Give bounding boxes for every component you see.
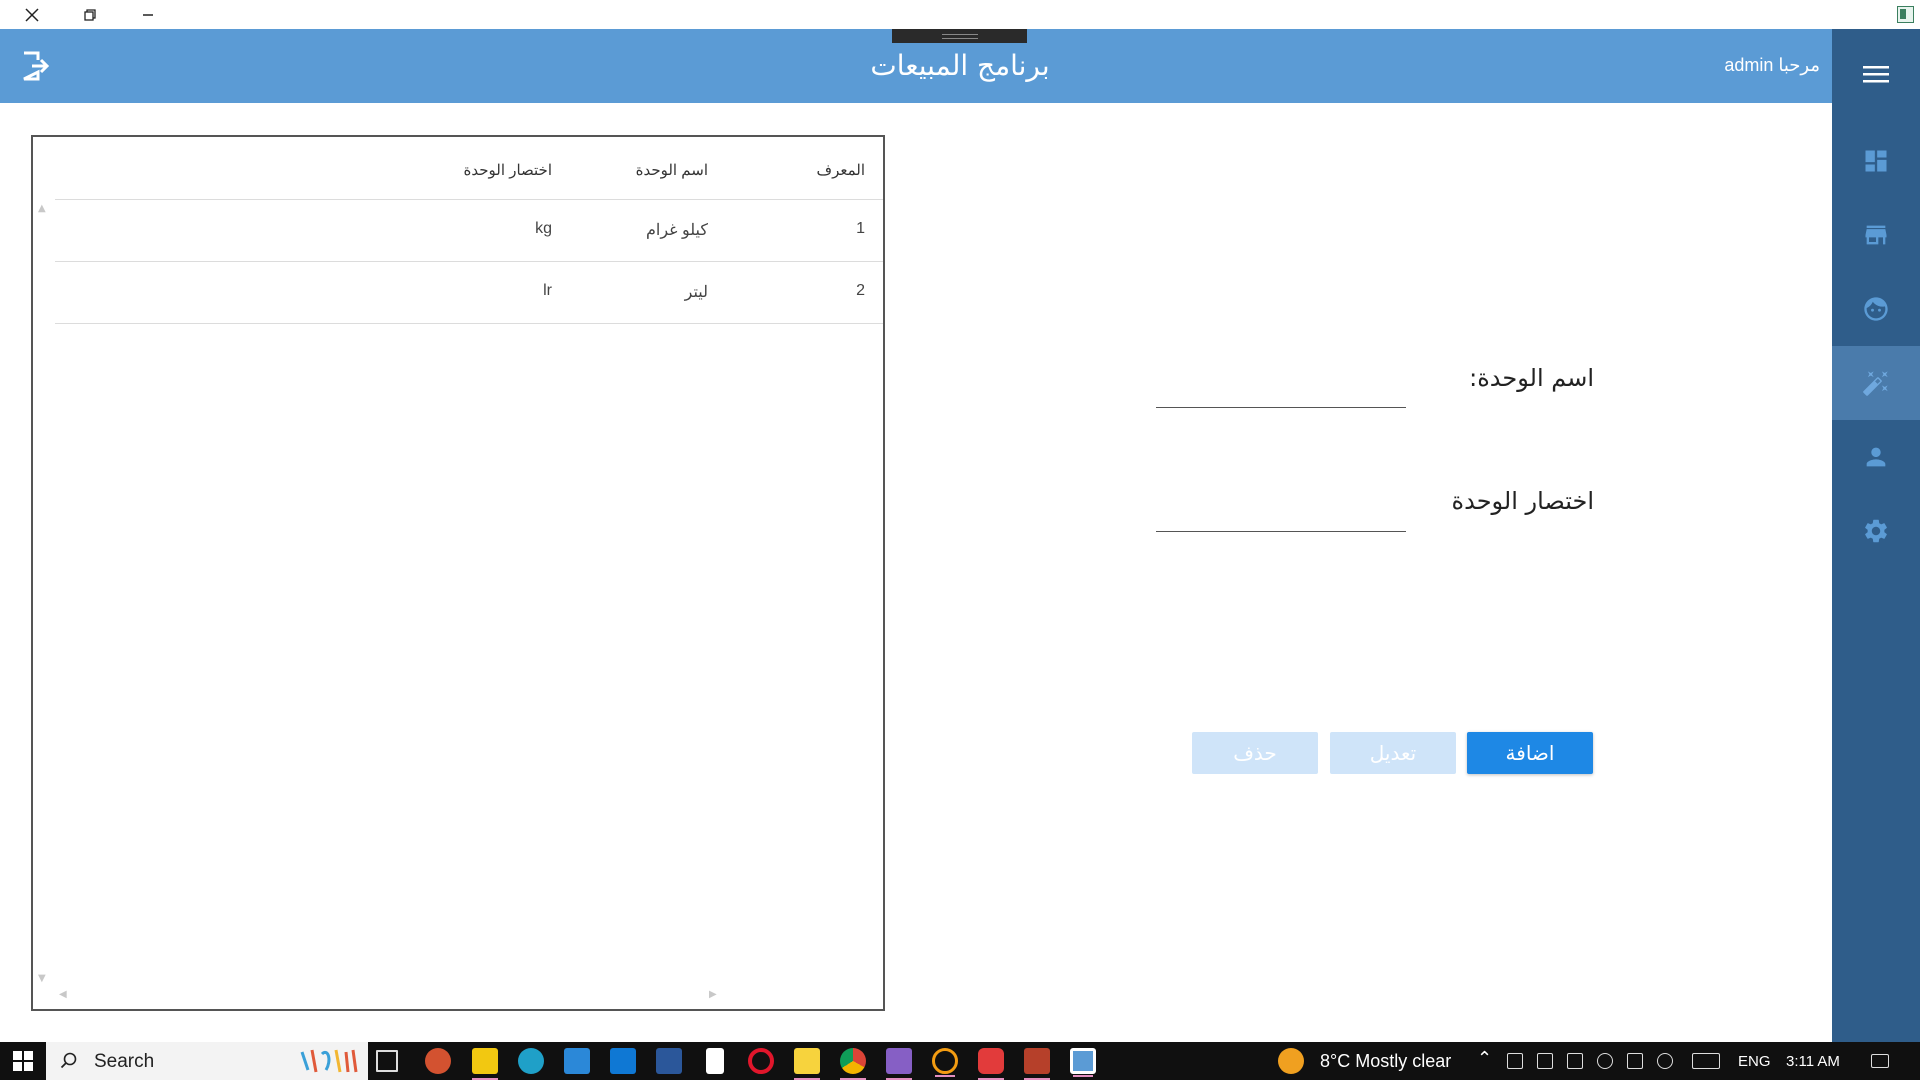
weather-text[interactable]: 8°C Mostly clear <box>1320 1051 1451 1072</box>
word-icon[interactable] <box>656 1048 682 1074</box>
weather-moon-icon[interactable] <box>1278 1048 1304 1074</box>
table-header: المعرف اسم الوحدة اختصار الوحدة <box>33 137 883 199</box>
database-tool-icon[interactable] <box>978 1048 1004 1080</box>
menu-toggle-button[interactable] <box>1832 49 1920 99</box>
windows-logo-icon <box>13 1051 33 1071</box>
table-row[interactable]: 1 كيلو غرام kg <box>55 199 883 261</box>
opera-browser-icon[interactable] <box>748 1048 774 1074</box>
edit-button[interactable]: تعديل <box>1330 732 1456 774</box>
meet-now-icon[interactable] <box>1507 1053 1523 1069</box>
sidebar-item-dashboard[interactable] <box>1832 124 1920 198</box>
notepad-icon[interactable] <box>706 1048 724 1074</box>
taskbar-search-box[interactable]: Search <box>46 1042 368 1080</box>
visual-studio-icon[interactable] <box>886 1048 912 1080</box>
start-button[interactable] <box>0 1042 46 1080</box>
cell-unit-abbr: kg <box>535 220 552 237</box>
scroll-right-icon[interactable]: ▶ <box>709 989 717 1000</box>
close-icon <box>25 7 39 22</box>
welcome-text: مرحبا admin <box>1724 55 1820 75</box>
app-window-icon <box>1897 6 1914 23</box>
cell-unit-name: ليتر <box>684 284 708 301</box>
scroll-left-icon[interactable]: ◀ <box>59 989 67 1000</box>
cell-id: 1 <box>856 220 865 237</box>
gear-icon <box>1865 519 1887 543</box>
exit-icon <box>23 51 50 81</box>
table-row[interactable]: 2 ليتر lr <box>55 261 883 323</box>
cell-unit-abbr: lr <box>543 282 552 299</box>
page-title: برنامج المبيعات <box>870 49 1050 82</box>
microsoft-store-icon[interactable] <box>564 1048 590 1074</box>
sidebar-item-customers[interactable] <box>1832 272 1920 346</box>
sales-app-icon[interactable] <box>1070 1048 1096 1077</box>
hamburger-icon <box>1863 66 1889 83</box>
sticky-notes-icon[interactable] <box>794 1048 820 1080</box>
store-icon <box>1865 225 1887 245</box>
unit-abbr-label: اختصار الوحدة <box>1451 487 1594 515</box>
sidebar-nav <box>1832 29 1920 1042</box>
file-explorer-icon[interactable] <box>472 1048 498 1080</box>
dashboard-icon <box>1865 150 1887 172</box>
close-button[interactable] <box>3 0 61 29</box>
minimize-button[interactable] <box>119 0 177 29</box>
windows-taskbar: Search 8°C Mostly clear ⌃ ENG 3:11 AM <box>0 1042 1920 1080</box>
restore-button[interactable] <box>61 0 119 29</box>
battery-icon[interactable] <box>1567 1053 1583 1069</box>
search-icon <box>60 1052 77 1069</box>
task-view-icon[interactable] <box>376 1050 398 1072</box>
sidebar-item-settings[interactable] <box>1832 494 1920 568</box>
minimize-icon <box>143 13 153 16</box>
mail-icon[interactable] <box>610 1048 636 1074</box>
chrome-browser-icon[interactable] <box>840 1048 866 1080</box>
units-table[interactable]: المعرف اسم الوحدة اختصار الوحدة 1 كيلو غ… <box>31 135 885 1011</box>
column-header-id[interactable]: المعرف <box>817 161 865 179</box>
person-icon <box>1866 447 1886 467</box>
powerpoint-icon[interactable] <box>425 1048 451 1074</box>
column-header-unit-name[interactable]: اسم الوحدة <box>636 161 708 179</box>
cell-unit-name: كيلو غرام <box>646 222 708 239</box>
sidebar-item-store[interactable] <box>1832 198 1920 272</box>
pen-icon[interactable] <box>1657 1053 1673 1069</box>
column-header-unit-abbr[interactable]: اختصار الوحدة <box>464 161 552 179</box>
restore-icon <box>84 8 96 21</box>
notifications-icon[interactable] <box>1871 1054 1889 1068</box>
sidebar-item-units[interactable] <box>1832 346 1920 420</box>
unit-abbr-input[interactable] <box>1156 502 1406 532</box>
search-tool-icon[interactable] <box>932 1048 958 1077</box>
sidebar-item-users[interactable] <box>1832 420 1920 494</box>
network-icon[interactable] <box>1627 1053 1643 1069</box>
window-titlebar <box>0 0 1920 29</box>
edge-browser-icon[interactable] <box>518 1048 544 1074</box>
clock-time[interactable]: 3:11 AM <box>1786 1053 1840 1070</box>
security-icon[interactable] <box>1537 1053 1553 1069</box>
language-indicator[interactable]: ENG <box>1738 1053 1771 1070</box>
volume-icon[interactable] <box>1597 1053 1613 1069</box>
unit-name-input[interactable] <box>1156 378 1406 408</box>
search-label: Search <box>94 1051 155 1072</box>
keyboard-icon[interactable] <box>1692 1053 1720 1069</box>
table-divider <box>55 323 883 324</box>
add-button[interactable]: اضافة <box>1467 732 1593 774</box>
cell-id: 2 <box>856 282 865 299</box>
app-header: برنامج المبيعات مرحبا admin <box>0 29 1832 103</box>
logout-button[interactable] <box>20 50 50 82</box>
scroll-down-icon[interactable]: ▼ <box>38 973 46 984</box>
archive-tool-icon[interactable] <box>1024 1048 1050 1080</box>
customer-face-icon <box>1864 297 1888 321</box>
scroll-up-icon[interactable]: ▲ <box>38 203 46 214</box>
unit-name-label: اسم الوحدة: <box>1469 364 1594 392</box>
application-window: برنامج المبيعات مرحبا admin المعرف اسم ا… <box>0 0 1920 1080</box>
magic-wand-icon <box>1863 371 1888 396</box>
delete-button[interactable]: حذف <box>1192 732 1318 774</box>
drag-handle[interactable] <box>892 29 1027 43</box>
search-highlight-icon <box>300 1049 358 1073</box>
show-hidden-icons-icon[interactable]: ⌃ <box>1477 1048 1492 1069</box>
